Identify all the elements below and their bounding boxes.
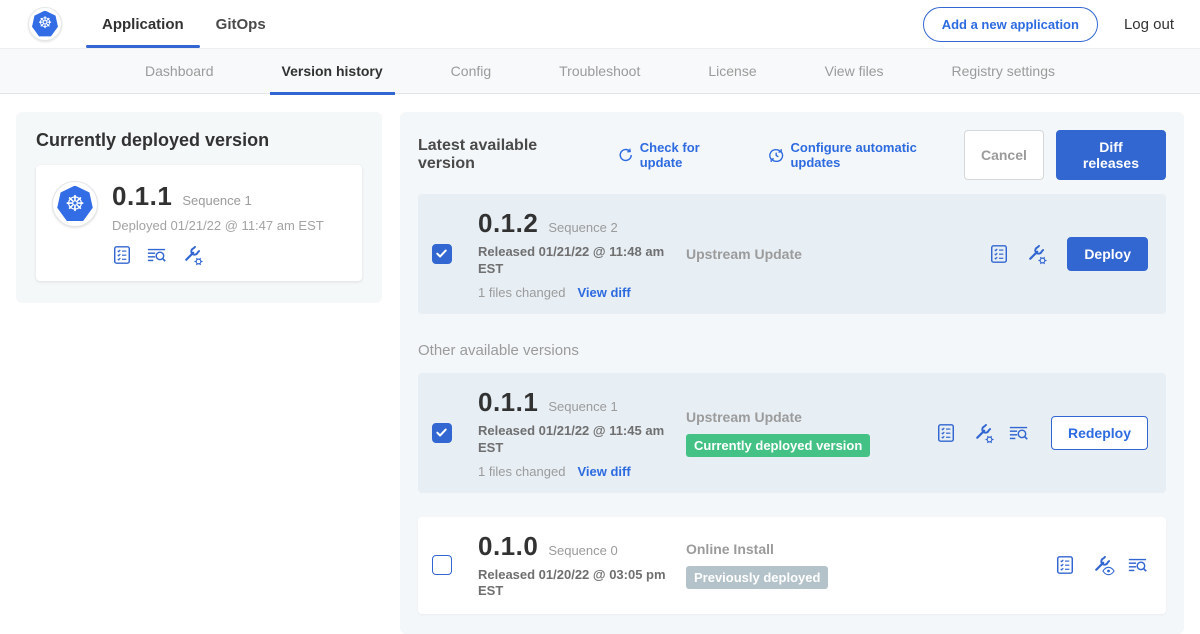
currently-deployed-card: Currently deployed version 0.1.1 Sequenc… <box>16 112 382 303</box>
version-actions: Deploy <box>989 237 1148 271</box>
available-versions-panel: Latest available version Check for updat… <box>400 112 1184 634</box>
version-info: 0.1.1 Sequence 1 Released 01/21/22 @ 11:… <box>478 387 678 479</box>
app-icon <box>52 181 98 227</box>
version-number: 0.1.2 <box>478 208 538 239</box>
check-for-update-link[interactable]: Check for update <box>618 140 742 170</box>
latest-available-title: Latest available version <box>418 137 592 173</box>
view-diff-link[interactable]: View diff <box>577 464 630 479</box>
files-changed-label: 1 files changed <box>478 464 565 479</box>
kubernetes-logo <box>28 7 62 41</box>
view-files-icon[interactable] <box>1127 555 1148 575</box>
version-actions: Redeploy <box>936 416 1148 450</box>
version-number: 0.1.1 <box>478 387 538 418</box>
deployed-card-title: Currently deployed version <box>36 130 362 151</box>
available-versions-header: Latest available version Check for updat… <box>418 130 1166 180</box>
subnav-item-troubleshoot[interactable]: Troubleshoot <box>553 48 646 94</box>
sequence-label: Sequence 1 <box>548 399 617 414</box>
view-files-icon[interactable] <box>146 245 167 265</box>
subnav-item-dashboard[interactable]: Dashboard <box>139 48 220 94</box>
deployed-icon-row <box>112 245 324 265</box>
source-label: Online Install <box>686 541 936 557</box>
released-timestamp: Released 01/21/22 @ 11:48 am EST <box>478 244 666 278</box>
version-info: 0.1.0 Sequence 0 Released 01/20/22 @ 03:… <box>478 531 678 601</box>
redeploy-button[interactable]: Redeploy <box>1051 416 1148 450</box>
other-versions-title: Other available versions <box>418 342 1166 359</box>
header-actions: Add a new application Log out <box>923 7 1174 42</box>
version-checkbox[interactable] <box>432 423 452 443</box>
deployed-timestamp: Deployed 01/21/22 @ 11:47 am EST <box>112 218 324 233</box>
deployed-sequence-label: Sequence 1 <box>182 193 251 208</box>
version-info: 0.1.2 Sequence 2 Released 01/21/22 @ 11:… <box>478 208 678 300</box>
sequence-label: Sequence 2 <box>548 220 617 235</box>
version-source: Upstream Update Currently deployed versi… <box>686 409 936 457</box>
subnav-item-view-files[interactable]: View files <box>819 48 890 94</box>
deployed-version-card: 0.1.1 Sequence 1 Deployed 01/21/22 @ 11:… <box>36 165 362 281</box>
released-timestamp: Released 01/20/22 @ 03:05 pm EST <box>478 567 666 601</box>
subnav-item-registry-settings[interactable]: Registry settings <box>946 48 1061 94</box>
version-source: Online Install Previously deployed <box>686 541 936 589</box>
subnav-item-config[interactable]: Config <box>445 48 497 94</box>
version-checkbox[interactable] <box>432 555 452 575</box>
subnav-item-license[interactable]: License <box>702 48 762 94</box>
app-header: Application GitOps Add a new application… <box>0 0 1200 48</box>
header-tabs: Application GitOps <box>86 0 282 48</box>
files-changed-label: 1 files changed <box>478 285 565 300</box>
version-checkbox[interactable] <box>432 244 452 264</box>
source-label: Upstream Update <box>686 246 936 262</box>
released-timestamp: Released 01/21/22 @ 11:45 am EST <box>478 423 666 457</box>
deploy-button[interactable]: Deploy <box>1067 237 1148 271</box>
logout-button[interactable]: Log out <box>1124 16 1174 33</box>
deployed-version-number: 0.1.1 <box>112 181 172 212</box>
cancel-button[interactable]: Cancel <box>964 130 1044 180</box>
edit-config-icon[interactable] <box>1025 244 1045 264</box>
source-label: Upstream Update <box>686 409 936 425</box>
version-row-0-1-0: 0.1.0 Sequence 0 Released 01/20/22 @ 03:… <box>418 517 1166 615</box>
version-number: 0.1.0 <box>478 531 538 562</box>
app-subnav: Dashboard Version history Config Trouble… <box>0 48 1200 94</box>
preflight-checks-icon[interactable] <box>936 423 956 443</box>
auto-update-clock-icon <box>768 147 784 164</box>
tab-gitops[interactable]: GitOps <box>200 0 282 48</box>
sequence-label: Sequence 0 <box>548 543 617 558</box>
version-row-0-1-1: 0.1.1 Sequence 1 Released 01/21/22 @ 11:… <box>418 373 1166 493</box>
kubernetes-wheel-icon <box>32 11 59 38</box>
refresh-icon <box>618 147 633 163</box>
previously-deployed-badge: Previously deployed <box>686 566 828 589</box>
preflight-checks-icon[interactable] <box>112 245 132 265</box>
tab-application[interactable]: Application <box>86 0 200 48</box>
edit-config-icon[interactable] <box>181 245 201 265</box>
preflight-checks-icon[interactable] <box>989 244 1009 264</box>
main-content: Currently deployed version 0.1.1 Sequenc… <box>0 94 1200 634</box>
preflight-checks-icon[interactable] <box>1055 555 1075 575</box>
view-files-icon[interactable] <box>1008 423 1029 443</box>
configure-automatic-updates-link[interactable]: Configure automatic updates <box>768 140 964 170</box>
edit-config-icon[interactable] <box>972 423 992 443</box>
add-application-button[interactable]: Add a new application <box>923 7 1098 42</box>
version-row-0-1-2: 0.1.2 Sequence 2 Released 01/21/22 @ 11:… <box>418 194 1166 314</box>
version-source: Upstream Update <box>686 246 936 262</box>
diff-releases-button[interactable]: Diff releases <box>1056 130 1166 180</box>
kubernetes-wheel-icon <box>57 186 94 223</box>
currently-deployed-badge: Currently deployed version <box>686 434 870 457</box>
version-actions <box>1055 555 1148 575</box>
subnav-item-version-history[interactable]: Version history <box>276 48 389 94</box>
view-diff-link[interactable]: View diff <box>577 285 630 300</box>
view-config-icon[interactable] <box>1091 555 1111 575</box>
